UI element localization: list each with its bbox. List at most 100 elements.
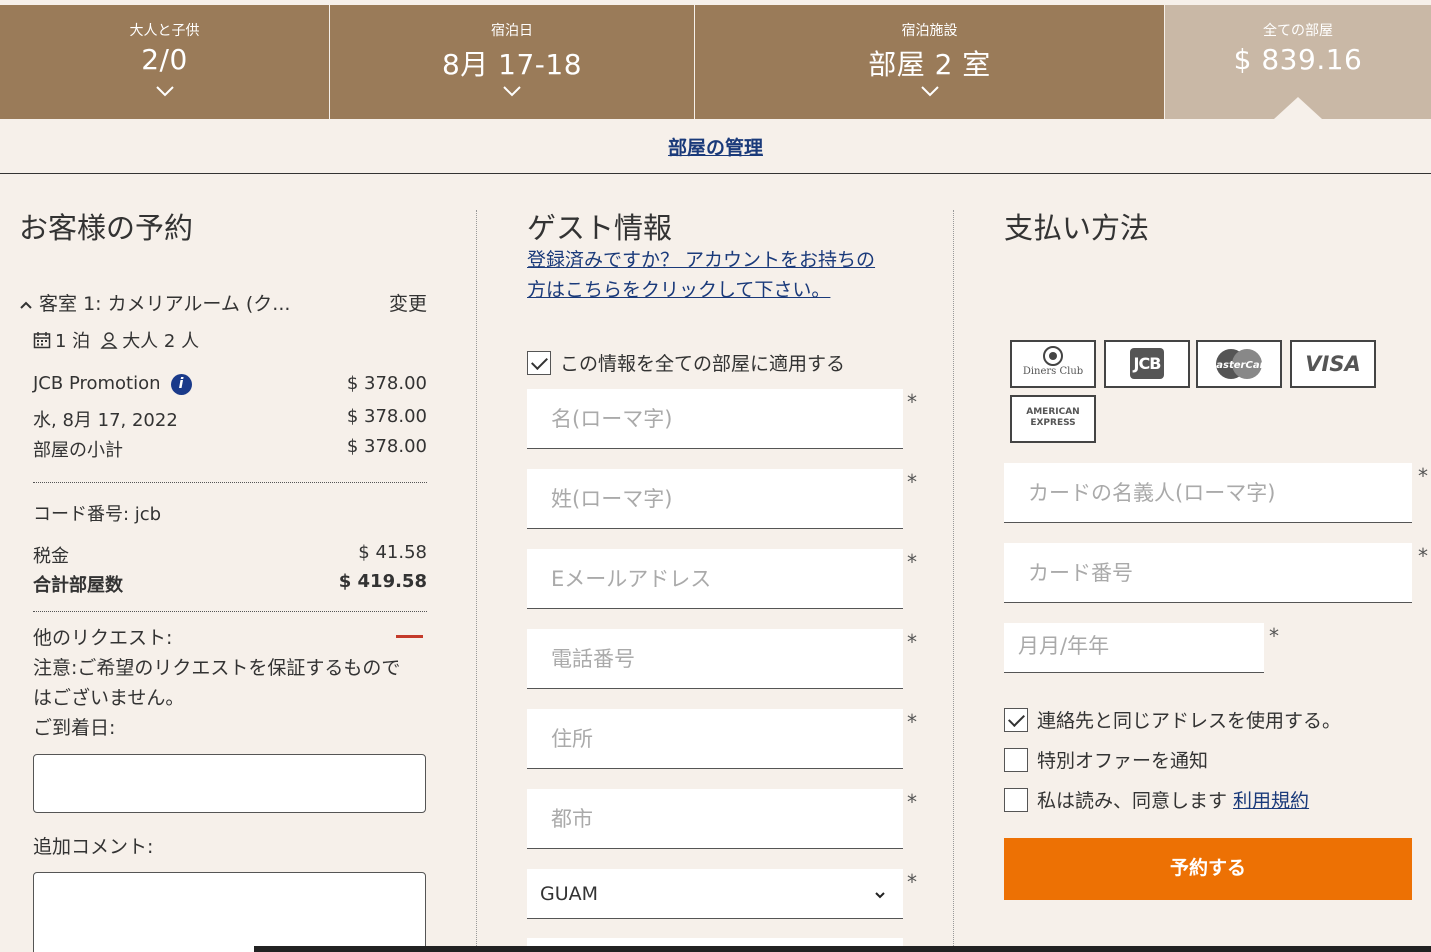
first-name-field[interactable]: 名(ローマ字) xyxy=(527,389,903,449)
city-field[interactable]: 都市 xyxy=(527,789,903,849)
country-select[interactable]: GUAM xyxy=(527,869,903,919)
jcb-text: JCB xyxy=(1129,348,1165,379)
dates-label: 宿泊日 xyxy=(491,23,533,39)
offers-row[interactable]: 特別オファーを通知 xyxy=(1004,746,1208,773)
active-notch xyxy=(1274,97,1322,119)
property-selector[interactable]: 宿泊施設 部屋 2 室 xyxy=(695,5,1165,119)
arrival-input[interactable] xyxy=(33,754,426,813)
room-name: 客室 1: カメリアルーム (ク... xyxy=(39,293,291,315)
date-line: 水, 8月 17, 2022 $ 378.00 xyxy=(33,406,427,432)
required-marker: * xyxy=(1418,544,1428,568)
divider xyxy=(0,173,1431,174)
total-label: 全ての部屋 xyxy=(1263,23,1333,39)
amex-card-icon: AMERICAN EXPRESS xyxy=(1010,395,1096,443)
agree-row[interactable]: 私は読み、同意します 利用規約 xyxy=(1004,786,1309,813)
card-number-field[interactable]: カード番号 xyxy=(1004,543,1412,603)
adults-count: 大人 2 人 xyxy=(122,331,200,352)
bottom-bar xyxy=(254,946,1431,952)
guest-title: ゲスト情報 xyxy=(527,211,673,245)
column-divider xyxy=(953,210,954,952)
last-name-field[interactable]: 姓(ローマ字) xyxy=(527,469,903,529)
manage-rooms: 部屋の管理 xyxy=(0,133,1431,160)
notice-line2: はございません。 xyxy=(33,687,185,709)
required-marker: * xyxy=(907,470,917,494)
chevron-down-icon xyxy=(155,86,174,97)
notice-line1: 注意:ご希望のリクエストを保証するもので xyxy=(33,657,401,679)
same-address-row[interactable]: 連絡先と同じアドレスを使用する。 xyxy=(1004,706,1341,733)
guests-value: 2/0 xyxy=(141,43,188,76)
amex-line2: EXPRESS xyxy=(1030,418,1076,428)
apply-all-label: この情報を全ての部屋に適用する xyxy=(560,353,846,375)
requests-label: 他のリクエスト: xyxy=(33,627,173,649)
payment-title: 支払い方法 xyxy=(1004,211,1150,245)
nights-count: 1 泊 xyxy=(55,331,91,352)
visa-text: VISA xyxy=(1305,352,1361,376)
total-summary[interactable]: 全ての部屋 $ 839.16 xyxy=(1165,5,1431,119)
email-field[interactable]: Eメールアドレス xyxy=(527,549,903,609)
room-toggle[interactable]: 客室 1: カメリアルーム (ク... xyxy=(19,289,290,316)
info-icon[interactable]: i xyxy=(170,373,192,395)
expiry-field[interactable]: 月月/年年 xyxy=(1004,623,1264,673)
offers-checkbox[interactable] xyxy=(1004,747,1028,772)
reservation-title: お客様の予約 xyxy=(19,211,194,245)
required-marker: * xyxy=(907,870,917,894)
visa-card-icon: VISA xyxy=(1290,340,1376,388)
login-link[interactable]: 登録済みですか？ アカウントをお持ちの 方はこちらをクリックして下さい。 xyxy=(527,245,875,305)
agree-checkbox[interactable] xyxy=(1004,787,1028,812)
cardholder-field[interactable]: カードの名義人(ローマ字) xyxy=(1004,463,1412,523)
chevron-down-icon xyxy=(875,892,885,899)
total-line: 合計部屋数 $ 419.58 xyxy=(33,571,427,597)
person-icon xyxy=(100,332,118,349)
required-marker: * xyxy=(907,630,917,654)
mastercard-text: MasterCard xyxy=(1209,360,1269,371)
collapse-requests-button[interactable] xyxy=(396,635,423,638)
mastercard-icon: MasterCard xyxy=(1196,340,1282,388)
comment-label: 追加コメント: xyxy=(33,836,154,858)
reservation-panel: お客様の予約 客室 1: カメリアルーム (ク... 変更 1 泊 大人 2 人… xyxy=(19,205,427,952)
phone-field[interactable]: 電話番号 xyxy=(527,629,903,689)
agree-label: 私は読み、同意します xyxy=(1037,790,1228,812)
required-marker: * xyxy=(1418,464,1428,488)
required-marker: * xyxy=(1269,624,1279,648)
total-label: 合計部屋数 xyxy=(33,575,123,596)
column-divider xyxy=(476,210,477,952)
chevron-down-icon xyxy=(920,86,939,97)
dates-value: 8月 17-18 xyxy=(441,48,583,81)
diners-card-icon: Diners Club xyxy=(1010,340,1096,388)
guest-info-panel: ゲスト情報 登録済みですか？ アカウントをお持ちの 方はこちらをクリックして下さ… xyxy=(527,205,927,375)
manage-rooms-link[interactable]: 部屋の管理 xyxy=(668,137,763,159)
divider xyxy=(33,611,427,612)
total-value: $ 839.16 xyxy=(1233,43,1363,76)
guests-label: 大人と子供 xyxy=(129,23,200,39)
diners-text: Diners Club xyxy=(1022,366,1084,377)
login-line2: 方はこちらをクリックして下さい。 xyxy=(527,279,831,301)
property-label: 宿泊施設 xyxy=(901,23,958,39)
room-summary: 客室 1: カメリアルーム (ク... 変更 xyxy=(19,289,427,316)
rate-name: JCB Promotion xyxy=(33,373,161,394)
arrival-label: ご到着日: xyxy=(33,717,116,739)
rate-line: JCB Promotion i $ 378.00 xyxy=(33,373,427,395)
amex-line1: AMERICAN xyxy=(1026,407,1080,417)
book-button[interactable]: 予約する xyxy=(1004,838,1412,900)
apply-all-row[interactable]: この情報を全ての部屋に適用する xyxy=(527,349,845,376)
subtotal-label: 部屋の小計 xyxy=(33,440,123,461)
guests-selector[interactable]: 大人と子供 2/0 xyxy=(0,5,330,119)
date-price: $ 378.00 xyxy=(346,406,427,427)
terms-link[interactable]: 利用規約 xyxy=(1233,786,1309,813)
stay-meta: 1 泊 大人 2 人 xyxy=(33,327,199,353)
apply-all-checkbox[interactable] xyxy=(527,350,551,375)
same-address-checkbox[interactable] xyxy=(1004,707,1028,732)
stay-date: 水, 8月 17, 2022 xyxy=(33,410,178,431)
change-room-link[interactable]: 変更 xyxy=(389,289,427,316)
total-value: $ 419.58 xyxy=(338,571,427,592)
login-line1: 登録済みですか？ アカウントをお持ちの xyxy=(527,249,876,271)
property-value: 部屋 2 室 xyxy=(868,48,991,81)
required-marker: * xyxy=(907,710,917,734)
dates-selector[interactable]: 宿泊日 8月 17-18 xyxy=(330,5,695,119)
address-field[interactable]: 住所 xyxy=(527,709,903,769)
country-value: GUAM xyxy=(540,883,599,905)
promo-code: コード番号: jcb xyxy=(33,504,162,525)
offers-label: 特別オファーを通知 xyxy=(1037,750,1209,772)
chevron-up-icon xyxy=(20,301,32,309)
comment-textarea[interactable] xyxy=(33,872,426,952)
